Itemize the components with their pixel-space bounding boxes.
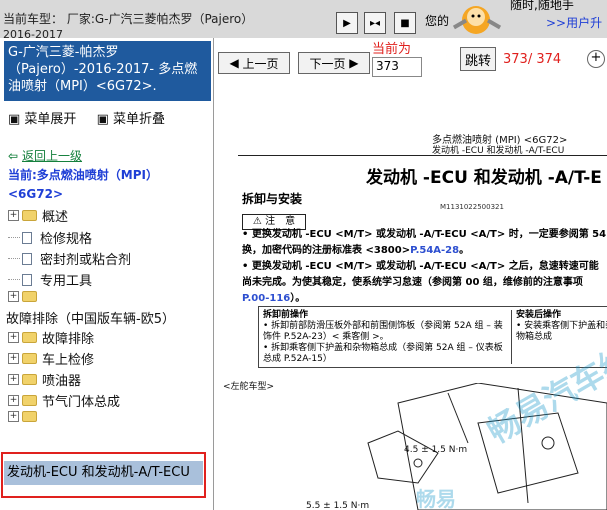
removal-steps: 拆卸前操作 • 拆卸前部防滑压板外部和前围侧饰板（参阅第 52A 组 – 装饰件…	[263, 310, 503, 365]
current-vehicle-years: 2016-2017	[3, 30, 63, 38]
tree-doc-specs[interactable]: 检修规格	[8, 228, 92, 247]
doc-bullet-1: • 更换发动机 -ECU <M/T> 或发动机 -A/T-ECU <A/T> 时…	[242, 229, 607, 256]
notice-label: 注 意	[265, 216, 296, 227]
doc-title: 发动机 -ECU 和发动机 -A/T-E	[366, 168, 602, 188]
torque-label-1: 4.5 ± 1.5 N·m	[404, 445, 468, 455]
tree-label: 检修规格	[40, 232, 93, 247]
expand-icon[interactable]: +	[8, 332, 19, 343]
expand-icon[interactable]: +	[8, 291, 19, 302]
page-count: 373/ 374	[503, 52, 562, 67]
folder-icon	[22, 411, 37, 422]
steps-table: 拆卸前操作 • 拆卸前部防滑压板外部和前围侧饰板（参阅第 52A 组 – 装饰件…	[258, 306, 607, 368]
tree-label: 专用工具	[40, 274, 93, 289]
tree-doc-sealant[interactable]: 密封剂或粘合剂	[8, 249, 131, 268]
folder-icon	[22, 210, 37, 221]
top-bar: 当前车型： 厂家:G-广汽三菱帕杰罗（Pajero） 2016-2017 ▶ ▸…	[0, 0, 607, 38]
bullet1-line2: 换，加密代码的注册标准表 <3800>	[242, 245, 411, 256]
folder-icon	[22, 374, 37, 385]
tree-label: 密封剂或粘合剂	[40, 253, 132, 268]
zoom-in-icon[interactable]: +	[587, 50, 605, 68]
tree-folder-unnamed-2[interactable]: +	[8, 411, 42, 422]
current-vehicle-label: 当前车型： 厂家:G-广汽三菱帕杰罗（Pajero）	[3, 12, 254, 26]
folder-icon	[22, 332, 37, 343]
next-page-label: 下一页	[309, 56, 346, 71]
tree-label: 故障排除（中国版车辆-欧5）	[6, 312, 175, 327]
back-arrow-icon: ⇦	[8, 149, 19, 163]
next-page-button[interactable]: 下一页 ▶	[298, 52, 370, 74]
tree-folder-overview[interactable]: + 概述	[8, 206, 68, 225]
doc-code: M1131022500321	[440, 203, 504, 211]
tree-folder-unnamed[interactable]: +	[8, 291, 42, 302]
expand-icon[interactable]: +	[8, 210, 19, 221]
page-number-input[interactable]: 373	[372, 57, 422, 77]
bullet2-line2: 尚未完成。为使其稳定，使系统学习怠速（参阅第 00 组，维修前的注意事项	[242, 277, 583, 288]
next-icon: ▶	[349, 56, 359, 70]
removal-step-1: • 拆卸前部防滑压板外部和前围侧饰板（参阅第 52A 组 – 装饰件 P.52A…	[263, 321, 503, 342]
removal-step-2: • 拆卸乘客侧下护盖和杂物箱总成（参阅第 52A 组 – 仪表板总成 P.52A…	[263, 343, 503, 364]
menu-collapse-button[interactable]: ▣ 菜单折叠	[97, 112, 173, 127]
sidebar: G-广汽三菱-帕杰罗（Pajero）-2016-2017- 多点燃油喷射（MPI…	[0, 38, 214, 510]
torque-label-2: 5.5 ± 1.5 N·m	[306, 501, 370, 510]
play-icon[interactable]: ▶	[336, 12, 358, 34]
document-view[interactable]: 多点燃油喷射 (MPI) <6G72> 发动机 -ECU 和发动机 -A/T-E…	[218, 83, 607, 510]
folder-icon	[22, 291, 37, 302]
install-head: 安装后操作	[516, 310, 562, 320]
promo-line: 随时,随地手	[510, 0, 574, 12]
tree-label: 概述	[42, 210, 69, 225]
tree-folder-onvehicle[interactable]: + 车上检修	[8, 349, 94, 368]
tree-selected-item[interactable]: 发动机-ECU 和发动机-A/T-ECU	[4, 461, 203, 485]
back-link[interactable]: ⇦ 返回上一级	[8, 147, 82, 164]
tree-label: 喷油器	[42, 374, 82, 389]
tree-folder-troubleshooting[interactable]: + 故障排除	[8, 328, 94, 347]
menu-expand-label: 菜单展开	[24, 112, 77, 127]
expand-icon[interactable]: +	[8, 395, 19, 406]
document-icon	[22, 231, 32, 244]
document-icon	[22, 252, 32, 265]
menu-expand-button[interactable]: ▣ 菜单展开	[8, 112, 84, 127]
tree-section-troubleshooting[interactable]: 故障排除（中国版车辆-欧5）	[6, 308, 175, 327]
tree-label: 节气门体总成	[42, 395, 121, 410]
prev-page-label: 上一页	[242, 56, 279, 71]
expand-icon[interactable]: +	[8, 374, 19, 385]
bullet1-ref-link[interactable]: P.54A-28	[410, 245, 459, 256]
prev-icon: ◀	[229, 56, 239, 70]
current-node: 当前:多点燃油喷射（MPI）<6G72>	[8, 166, 208, 204]
tree-folder-injector[interactable]: + 喷油器	[8, 370, 81, 389]
prev-page-button[interactable]: ◀ 上一页	[218, 52, 290, 74]
tree-label: 故障排除	[42, 332, 95, 347]
bullet1-line1: • 更换发动机 -ECU <M/T> 或发动机 -A/T-ECU <A/T> 时…	[242, 229, 607, 240]
back-link-label: 返回上一级	[22, 149, 83, 163]
bullet2-ref-link[interactable]: P.00-116	[242, 293, 290, 304]
doc-divider	[238, 155, 607, 156]
jump-button[interactable]: 跳转	[460, 47, 496, 71]
menu-controls: ▣ 菜单展开 ▣ 菜单折叠	[8, 108, 181, 127]
watermark-small: 畅易	[416, 487, 456, 510]
current-page-label: 当前为	[372, 42, 412, 57]
current-node-label: 当前:多点燃油喷射（MPI）<6G72>	[8, 168, 159, 201]
folder-icon	[22, 353, 37, 364]
expand-icon[interactable]: +	[8, 353, 19, 364]
sidebar-header: G-广汽三菱-帕杰罗（Pajero）-2016-2017- 多点燃油喷射（MPI…	[4, 41, 211, 101]
tree-folder-throttle[interactable]: + 节气门体总成	[8, 391, 120, 410]
mascot-icon	[452, 6, 502, 34]
stop-icon[interactable]: ■	[394, 12, 416, 34]
removal-head: 拆卸前操作	[263, 310, 309, 320]
install-step-1: • 安装乘客侧下护盖和杂物箱总成	[516, 321, 607, 342]
tree-label: 车上检修	[42, 353, 95, 368]
doc-section-title: 拆卸与安装	[242, 192, 303, 206]
document-icon	[22, 273, 32, 286]
tree-doc-tools[interactable]: 专用工具	[8, 270, 92, 289]
menu-collapse-label: 菜单折叠	[113, 112, 166, 127]
expand-icon[interactable]: +	[8, 411, 19, 422]
bullet2-line1: • 更换发动机 -ECU <M/T> 或发动机 -A/T-ECU <A/T> 之…	[242, 261, 599, 272]
folder-icon	[22, 395, 37, 406]
upgrade-link[interactable]: >>用户升	[546, 14, 602, 31]
fit-icon[interactable]: ▸◂	[364, 12, 386, 34]
doc-bullet-2: • 更换发动机 -ECU <M/T> 或发动机 -A/T-ECU <A/T> 之…	[242, 259, 607, 307]
warning-icon: ⚠	[252, 216, 262, 227]
